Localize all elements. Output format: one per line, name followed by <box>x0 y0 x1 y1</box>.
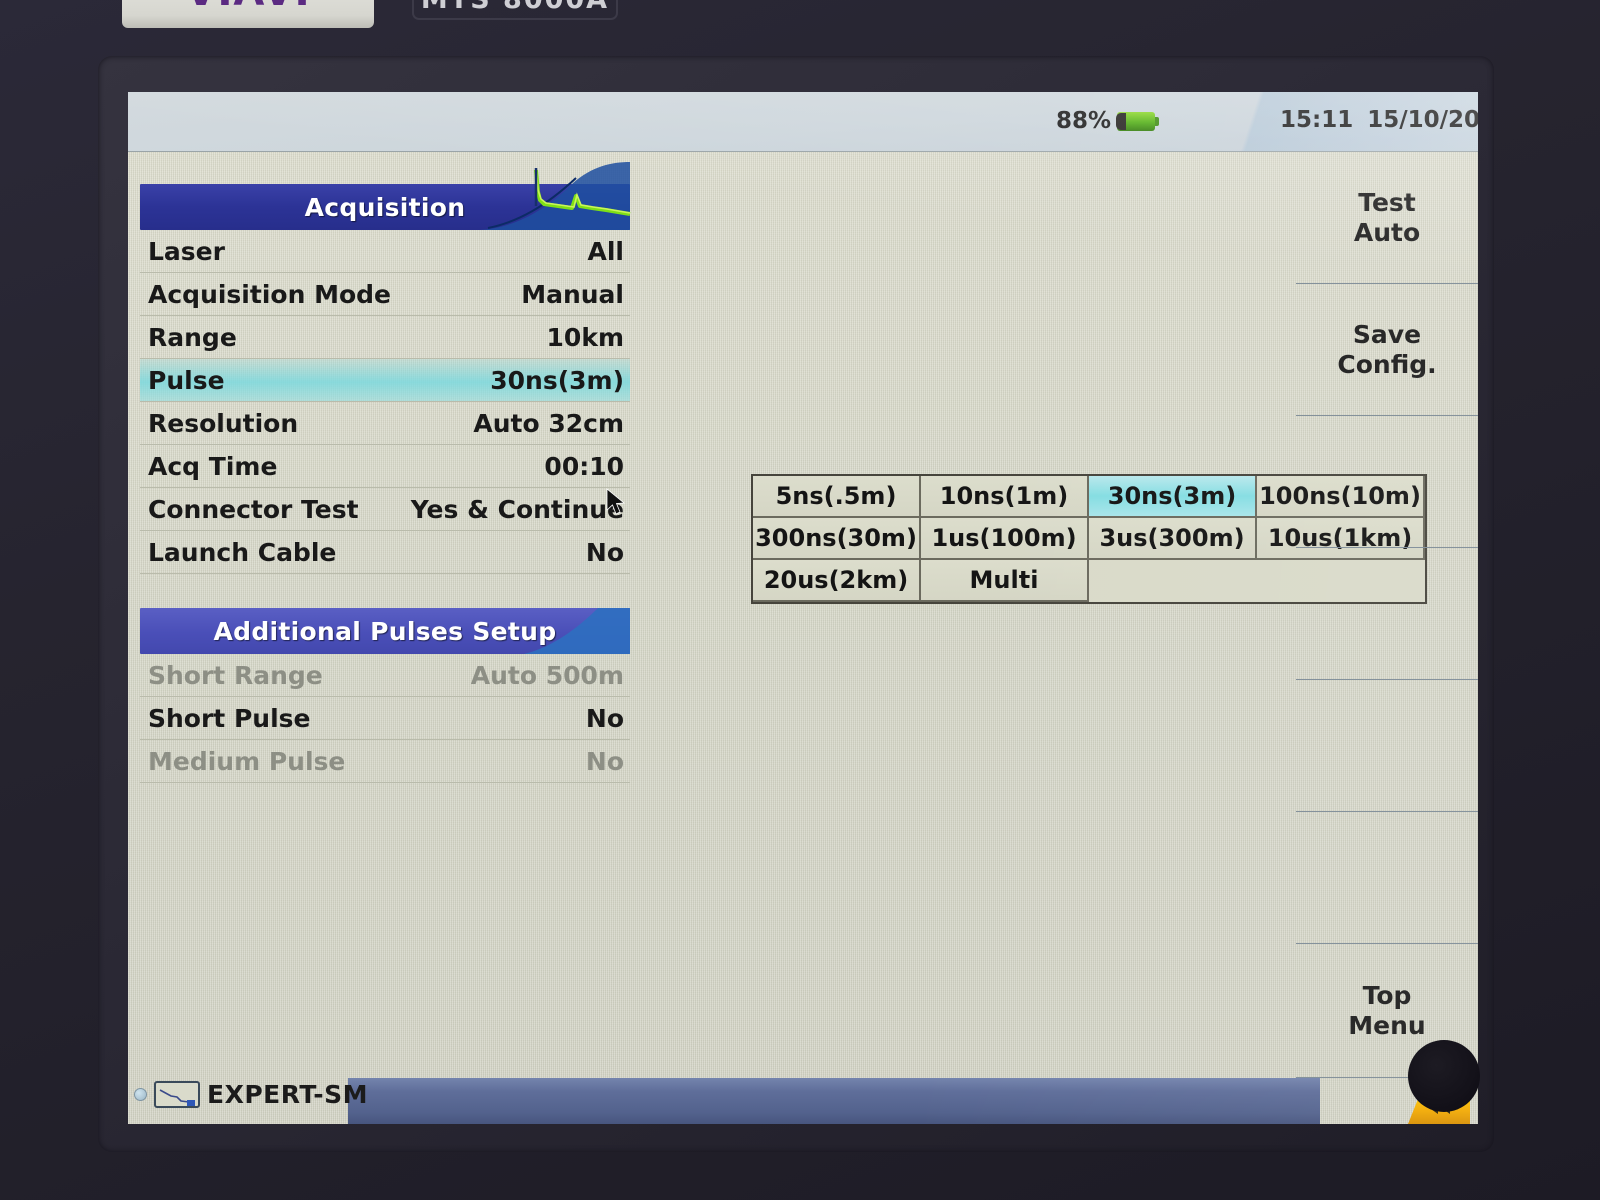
mouse-cursor-icon <box>606 488 626 515</box>
battery-indicator: 88% <box>1056 108 1160 134</box>
row-label: Short Pulse <box>148 703 311 733</box>
softkey-empty-4[interactable] <box>1296 548 1478 680</box>
pulse-option-10ns[interactable]: 10ns(1m) <box>921 476 1089 518</box>
softkey-line2: Menu <box>1348 1010 1426 1040</box>
additional-pulses-panel: Additional Pulses Setup Short Range Auto … <box>140 608 630 783</box>
softkey-test-auto[interactable]: Test Auto <box>1296 152 1478 284</box>
app-chip[interactable]: EXPERT-SM <box>134 1080 368 1109</box>
pulse-option-20us[interactable]: 20us(2km) <box>753 560 921 602</box>
row-resolution[interactable]: Resolution Auto 32cm <box>140 402 630 445</box>
row-acquisition-mode[interactable]: Acquisition Mode Manual <box>140 273 630 316</box>
row-range[interactable]: Range 10km <box>140 316 630 359</box>
row-value: No <box>585 746 624 776</box>
row-label: Acquisition Mode <box>148 279 391 309</box>
otdr-trace-icon <box>480 162 631 230</box>
additional-pulses-panel-title: Additional Pulses Setup <box>213 616 557 646</box>
softkey-empty-3[interactable] <box>1296 416 1478 548</box>
row-acq-time[interactable]: Acq Time 00:10 <box>140 445 630 488</box>
viavi-logo: VIAVI <box>186 0 311 28</box>
acquisition-panel: Acquisition Laser All Acquisition Mode Man… <box>140 162 631 574</box>
clock: 15:11 15/10/2024 <box>1280 107 1478 133</box>
row-medium-pulse: Medium Pulse No <box>140 740 630 783</box>
row-pulse[interactable]: Pulse 30ns(3m) <box>140 359 630 402</box>
row-value: All <box>587 236 625 266</box>
additional-pulses-rows: Short Range Auto 500m Short Pulse No Mediu… <box>140 654 630 783</box>
pulse-option-3us[interactable]: 3us(300m) <box>1089 518 1257 560</box>
softkey-column: Test Auto Save Config. Top Menu <box>1296 152 1478 1112</box>
clock-date: 15/10/2024 <box>1367 107 1478 133</box>
model-label: MTS 8000A <box>412 0 618 20</box>
battery-icon <box>1116 111 1160 131</box>
row-value: Manual <box>521 279 624 309</box>
row-value: Auto 32cm <box>473 408 624 438</box>
row-value: 30ns(3m) <box>490 365 624 395</box>
softkey-line2: Auto <box>1353 217 1421 247</box>
row-label: Pulse <box>148 365 225 395</box>
row-label: Laser <box>148 236 225 266</box>
row-short-range: Short Range Auto 500m <box>140 654 630 697</box>
row-label: Resolution <box>148 408 299 438</box>
row-label: Launch Cable <box>148 537 337 567</box>
acquisition-rows: Laser All Acquisition Mode Manual Range 10k… <box>140 230 630 574</box>
row-label: Short Range <box>148 660 323 690</box>
pulse-option-300ns[interactable]: 300ns(30m) <box>753 518 921 560</box>
softkey-line1: Save <box>1352 319 1422 349</box>
row-value: 10km <box>546 322 624 352</box>
softkey-empty-6[interactable] <box>1296 812 1478 944</box>
softkey-line1: Top <box>1362 980 1412 1010</box>
brand-plate: VIAVI <box>122 0 374 28</box>
row-value: No <box>585 537 624 567</box>
clock-time: 15:11 <box>1280 107 1354 133</box>
otdr-trace-icon <box>154 1081 200 1108</box>
row-value: No <box>585 703 624 733</box>
row-label: Medium Pulse <box>148 746 346 776</box>
row-value: 00:10 <box>544 451 624 481</box>
row-connector-test[interactable]: Connector Test Yes & Continue <box>140 488 630 531</box>
softkey-empty-5[interactable] <box>1296 680 1478 812</box>
acquisition-panel-title: Acquisition <box>304 192 466 222</box>
softkey-line1: Test <box>1358 187 1416 217</box>
bottom-bar: EXPERT-SM <box>128 1072 1478 1124</box>
pulse-option-1us[interactable]: 1us(100m) <box>921 518 1089 560</box>
pulse-option-blank-1 <box>1089 560 1257 602</box>
status-bar: 88% 15:11 15/10/2024 <box>128 92 1478 152</box>
battery-percent-label: 88% <box>1056 108 1112 134</box>
app-label: EXPERT-SM <box>207 1080 369 1109</box>
settings-column: Acquisition Laser All Acquisition Mode Man… <box>140 162 631 817</box>
row-laser[interactable]: Laser All <box>140 230 630 273</box>
lens-obstruction <box>1408 1040 1480 1112</box>
row-value: Yes & Continue <box>410 494 624 524</box>
lcd-screen: 88% 15:11 15/10/2024 <box>128 92 1478 1124</box>
pulse-option-30ns[interactable]: 30ns(3m) <box>1089 476 1257 518</box>
softkey-line2: Config. <box>1337 349 1437 379</box>
row-launch-cable[interactable]: Launch Cable No <box>140 531 630 574</box>
additional-pulses-panel-header: Additional Pulses Setup <box>140 608 630 654</box>
acquisition-panel-header: Acquisition <box>140 162 631 230</box>
taskbar[interactable] <box>348 1078 1320 1124</box>
row-label: Connector Test <box>148 494 359 524</box>
pulse-option-5ns[interactable]: 5ns(.5m) <box>753 476 921 518</box>
device-body: VIAVI MTS 8000A 88% 15:11 15/10/2024 <box>0 0 1600 1200</box>
row-short-pulse[interactable]: Short Pulse No <box>140 697 630 740</box>
status-dot-icon <box>134 1088 147 1101</box>
row-label: Acq Time <box>148 451 278 481</box>
row-label: Range <box>148 322 237 352</box>
softkey-save-config[interactable]: Save Config. <box>1296 284 1478 416</box>
pulse-option-multi[interactable]: Multi <box>921 560 1089 602</box>
row-value: Auto 500m <box>470 660 624 690</box>
